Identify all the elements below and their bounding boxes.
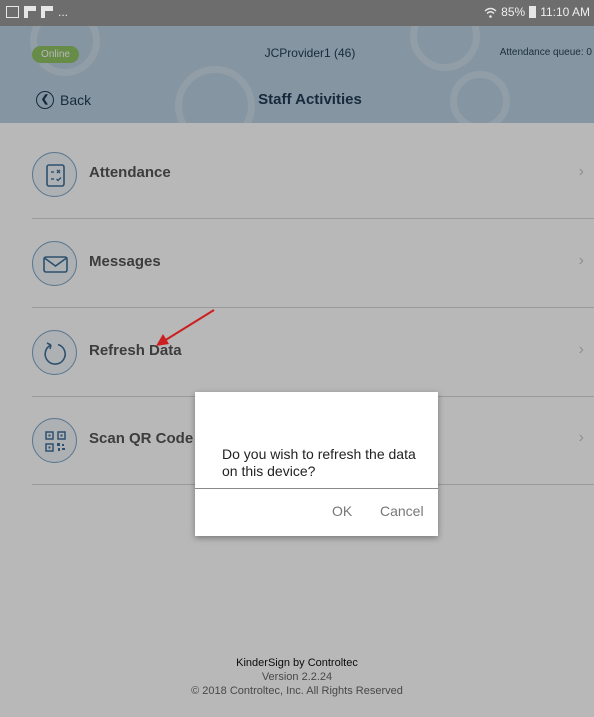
status-bar: ... 85% 11:10 AM bbox=[0, 0, 594, 26]
refresh-confirm-dialog: Do you wish to refresh the data on this … bbox=[195, 392, 438, 536]
clock: 11:10 AM bbox=[540, 5, 590, 19]
notification-icons: ... bbox=[6, 5, 68, 19]
more-notifications: ... bbox=[58, 5, 69, 19]
flag-notification-icon-2 bbox=[41, 6, 53, 18]
flag-notification-icon bbox=[24, 6, 36, 18]
ok-button[interactable]: OK bbox=[332, 503, 352, 519]
system-status: 85% 11:10 AM bbox=[484, 5, 590, 19]
annotation-arrow-icon bbox=[156, 309, 215, 346]
wifi-icon bbox=[484, 7, 497, 18]
modal-overlay[interactable] bbox=[0, 26, 594, 717]
dialog-message: Do you wish to refresh the data on this … bbox=[222, 446, 416, 479]
cancel-button[interactable]: Cancel bbox=[380, 503, 424, 519]
image-notification-icon bbox=[6, 6, 19, 18]
dialog-divider bbox=[195, 488, 438, 489]
battery-icon bbox=[529, 6, 537, 18]
battery-level: 85% bbox=[501, 5, 526, 19]
